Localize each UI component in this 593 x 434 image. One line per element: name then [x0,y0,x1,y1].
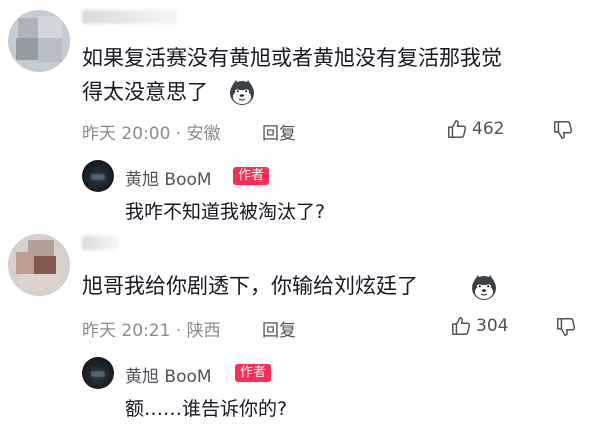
like-count: 462 [472,119,505,139]
author-name[interactable]: 黄旭 BooM [125,362,212,387]
author-avatar[interactable] [82,160,114,192]
like-count: 304 [476,316,509,336]
comment-text-line2: 得太没意思了 [82,80,208,104]
commenter-name-blurred[interactable] [82,10,178,24]
comment-text: 如果复活赛没有黄旭或者黄旭没有复活那我觉 [82,46,502,70]
thumb-down-icon[interactable] [555,316,577,338]
comment-time-location: 昨天 20:00 · 安徽 [82,124,221,144]
author-name[interactable]: 黄旭 BooM [125,165,212,190]
author-badge: 作者 [233,167,270,185]
author-badge: 作者 [235,364,272,382]
commenter-name-blurred[interactable] [82,236,118,250]
author-avatar[interactable] [82,357,114,389]
comment-time-location: 昨天 20:21 · 陕西 [82,321,221,341]
reply-button[interactable]: 回复 [262,316,296,341]
dog-emoji [472,275,496,300]
thumb-up-icon[interactable] [446,118,468,140]
comment-text: 旭哥我给你剧透下，你输给刘炫廷了 [82,274,418,298]
thumb-up-icon[interactable] [450,315,472,337]
commenter-avatar[interactable] [8,10,70,72]
author-reply-text: 我咋不知道我被淘汰了? [125,201,326,223]
author-reply-text: 额……谁告诉你的? [125,398,288,420]
dog-emoji [230,80,254,105]
reply-button[interactable]: 回复 [262,119,296,144]
commenter-avatar[interactable] [8,234,70,296]
thumb-down-icon[interactable] [552,119,574,141]
